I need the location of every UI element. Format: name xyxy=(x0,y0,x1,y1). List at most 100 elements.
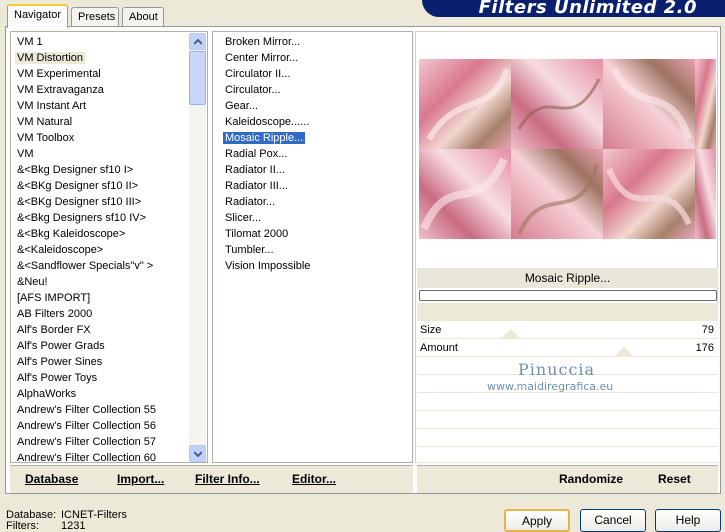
preview-mosaic xyxy=(419,59,716,239)
scroll-down-button[interactable] xyxy=(189,445,206,462)
param-row-empty xyxy=(417,429,718,447)
list-item-label: Alf's Power Grads xyxy=(17,340,105,352)
watermark-name: Pinuccia xyxy=(518,360,596,379)
param-value: 79 xyxy=(701,324,714,336)
list-item-label: VM Experimental xyxy=(17,68,101,80)
list-item[interactable]: Kaleidoscope...... xyxy=(219,114,412,130)
import-button[interactable]: Import... xyxy=(117,472,164,486)
app-title: Filters Unlimited 2.0 xyxy=(478,0,697,18)
list-item[interactable]: Alf's Power Grads xyxy=(11,338,188,354)
filters-count: 1231 xyxy=(61,520,86,532)
list-item-label: &<Sandflower Specials"v" > xyxy=(17,260,154,272)
list-item[interactable]: &<Kaleidoscope> xyxy=(11,242,188,258)
list-item[interactable]: &Neu! xyxy=(11,274,188,290)
list-item-label: [AFS IMPORT] xyxy=(17,292,91,304)
tab-navigator[interactable]: Navigator xyxy=(7,4,68,28)
list-item[interactable]: Slicer... xyxy=(219,210,412,226)
list-item[interactable]: VM 1 xyxy=(11,34,188,50)
list-item[interactable]: Gear... xyxy=(219,98,412,114)
list-item[interactable]: VM Distortion xyxy=(11,50,188,66)
list-item-label: Mosaic Ripple... xyxy=(221,131,307,145)
list-item[interactable]: AlphaWorks xyxy=(11,386,188,402)
list-item-label: &<Bkg Designer sf10 I> xyxy=(17,164,134,176)
list-item[interactable]: Vision Impossible xyxy=(219,258,412,274)
list-item[interactable]: Broken Mirror... xyxy=(219,34,412,50)
list-item-label: &<Kaleidoscope> xyxy=(17,244,104,256)
tab-about[interactable]: About xyxy=(122,7,164,27)
reset-button[interactable]: Reset xyxy=(658,472,691,486)
apply-button[interactable]: Apply xyxy=(504,509,570,532)
database-button[interactable]: Database xyxy=(25,472,78,486)
list-item[interactable]: &<BKg Designer sf10 III> xyxy=(11,194,188,210)
list-item-label: &Neu! xyxy=(17,276,48,288)
cancel-button[interactable]: Cancel xyxy=(580,509,646,532)
list-item[interactable]: VM Instant Art xyxy=(11,98,188,114)
navigator-button-bar: Database Import... Filter Info... Editor… xyxy=(10,465,413,493)
list-item[interactable]: VM xyxy=(11,146,188,162)
list-item[interactable]: VM Extravaganza xyxy=(11,82,188,98)
slider-marker-icon[interactable] xyxy=(501,329,521,339)
list-item[interactable]: Alf's Border FX xyxy=(11,322,188,338)
tab-presets[interactable]: Presets xyxy=(71,7,119,27)
list-item[interactable]: &<Bkg Designers sf10 IV> xyxy=(11,210,188,226)
list-item[interactable]: Radiator III... xyxy=(219,178,412,194)
list-item-label: Alf's Power Sines xyxy=(17,356,103,368)
list-item[interactable]: VM Natural xyxy=(11,114,188,130)
list-item[interactable]: Circulator... xyxy=(219,82,412,98)
list-item-label: &<BKg Designer sf10 II> xyxy=(17,180,139,192)
list-item-label: AlphaWorks xyxy=(17,388,77,400)
category-list[interactable]: VM 1 VM Distortion VM Experimental VM Extra… xyxy=(10,31,208,463)
help-button[interactable]: Help xyxy=(655,509,721,532)
preview-image xyxy=(419,59,716,239)
list-item[interactable]: Tilomat 2000 xyxy=(219,226,412,242)
list-item[interactable]: Center Mirror... xyxy=(219,50,412,66)
filter-info-button[interactable]: Filter Info... xyxy=(195,472,260,486)
param-row-empty xyxy=(417,393,718,411)
preview-filter-name: Mosaic Ripple... xyxy=(417,268,718,288)
list-item[interactable]: Andrew's Filter Collection 57 xyxy=(11,434,188,450)
list-item[interactable]: Radiator II... xyxy=(219,162,412,178)
list-item[interactable]: Alf's Power Toys xyxy=(11,370,188,386)
list-item[interactable]: Radiator... xyxy=(219,194,412,210)
scroll-up-button[interactable] xyxy=(189,33,206,50)
tab-label: About xyxy=(129,11,158,23)
list-item-label: Circulator... xyxy=(225,84,281,96)
list-item[interactable]: VM Toolbox xyxy=(11,130,188,146)
list-item[interactable]: [AFS IMPORT] xyxy=(11,290,188,306)
list-item[interactable]: Andrew's Filter Collection 56 xyxy=(11,418,188,434)
tab-label: Navigator xyxy=(14,9,62,21)
slider-marker-icon[interactable] xyxy=(614,347,634,357)
category-scrollbar[interactable] xyxy=(189,33,206,462)
filter-list[interactable]: Broken Mirror... Center Mirror... Circulat… xyxy=(212,31,413,463)
list-item-label: Alf's Power Toys xyxy=(17,372,98,384)
param-row-amount[interactable]: Amount 176 xyxy=(417,339,718,357)
list-item[interactable]: Tumbler... xyxy=(219,242,412,258)
list-item[interactable]: &<Sandflower Specials"v" > xyxy=(11,258,188,274)
list-item[interactable]: VM Experimental xyxy=(11,66,188,82)
list-item[interactable]: &<Bkg Designer sf10 I> xyxy=(11,162,188,178)
list-item-label: Slicer... xyxy=(225,212,262,224)
list-item[interactable]: Andrew's Filter Collection 60 xyxy=(11,450,188,462)
editor-button[interactable]: Editor... xyxy=(292,472,336,486)
list-item[interactable]: Mosaic Ripple... xyxy=(219,130,412,146)
list-item-label: Radial Pox... xyxy=(225,148,288,160)
param-header xyxy=(417,303,718,321)
randomize-button[interactable]: Randomize xyxy=(559,472,623,486)
list-item[interactable]: &<BKg Designer sf10 II> xyxy=(11,178,188,194)
title-banner: Filters Unlimited 2.0 xyxy=(422,0,725,18)
list-item-label: Center Mirror... xyxy=(225,52,299,64)
list-item[interactable]: Circulator II... xyxy=(219,66,412,82)
list-item-label: Broken Mirror... xyxy=(225,36,301,48)
param-row-size[interactable]: Size 79 xyxy=(417,321,718,339)
scroll-thumb[interactable] xyxy=(189,51,206,105)
tab-label: Presets xyxy=(78,11,116,23)
list-item-label: Andrew's Filter Collection 60 xyxy=(17,452,157,462)
list-item[interactable]: Radial Pox... xyxy=(219,146,412,162)
param-row-empty xyxy=(417,447,718,463)
list-item[interactable]: Alf's Power Sines xyxy=(11,354,188,370)
list-item-label: VM Toolbox xyxy=(17,132,75,144)
list-item[interactable]: &<Bkg Kaleidoscope> xyxy=(11,226,188,242)
list-item[interactable]: AB Filters 2000 xyxy=(11,306,188,322)
list-item[interactable]: Andrew's Filter Collection 55 xyxy=(11,402,188,418)
filter-list-items: Broken Mirror... Center Mirror... Circulat… xyxy=(219,34,412,462)
